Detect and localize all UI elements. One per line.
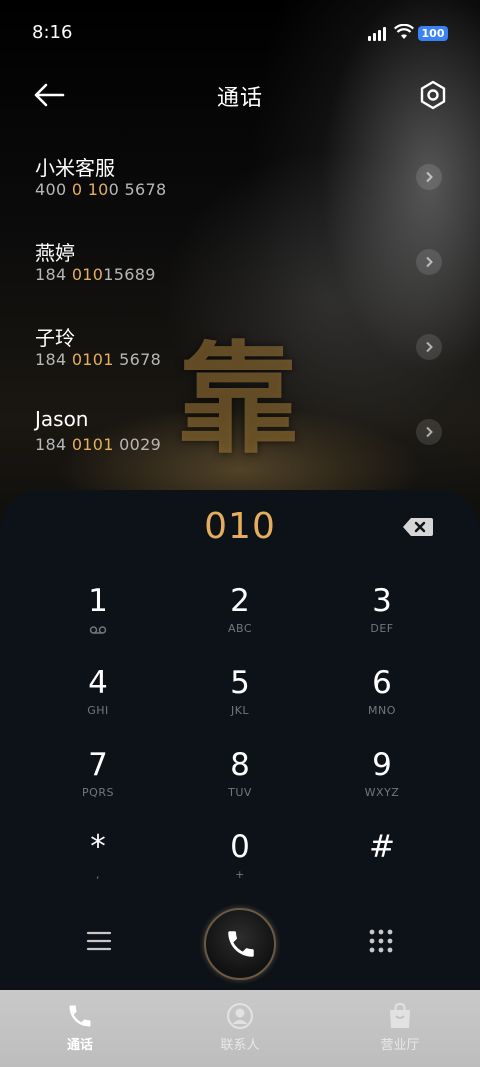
chevron-right-icon: [426, 256, 433, 268]
key-0[interactable]: 0 +: [170, 828, 310, 898]
contact-name: 小米客服: [35, 156, 115, 180]
contact-number: 184 01015689: [35, 265, 156, 284]
shopping-bag-icon: [390, 1002, 410, 1028]
phone-icon: [228, 931, 254, 957]
number-prefix: 184: [35, 350, 72, 369]
gear-icon: [420, 80, 446, 110]
number-prefix: 400: [35, 180, 72, 199]
key-2[interactable]: 2 ABC: [170, 582, 310, 652]
key-digit: 7: [88, 747, 108, 783]
chevron-right-icon: [426, 171, 433, 183]
key-hash[interactable]: #: [312, 828, 452, 898]
wifi-icon: [394, 24, 414, 39]
number-prefix: 184: [35, 435, 72, 454]
contact-number: 184 0101 0029: [35, 435, 161, 454]
dial-pad-panel: 010 1 2 ABC 3 DEF 4 GHI 5 JKL 6 MNO 7 PQ…: [0, 490, 480, 990]
tab-label: 通话: [66, 1038, 93, 1053]
keypad-icon: [369, 929, 393, 953]
key-9[interactable]: 9 WXYZ: [312, 746, 452, 816]
key-letters: JKL: [230, 704, 250, 717]
key-letters: PQRS: [82, 786, 114, 799]
key-letters: ABC: [227, 622, 253, 635]
number-prefix: 184: [35, 265, 72, 284]
key-4[interactable]: 4 GHI: [28, 664, 168, 734]
key-letters: ,: [96, 868, 100, 881]
key-digit: 2: [230, 583, 250, 619]
signal-icon: [368, 25, 386, 41]
key-digit: 0: [230, 829, 250, 865]
key-digit: 8: [230, 747, 250, 783]
chevron-right-icon: [426, 341, 433, 353]
key-digit: 6: [372, 665, 392, 701]
key-letters: TUV: [228, 786, 252, 799]
tab-contacts[interactable]: 联系人: [160, 990, 320, 1067]
number-match: 0101: [71, 350, 114, 369]
key-letters: MNO: [368, 704, 396, 717]
bottom-tab-bar: 通话 联系人 营业厅: [0, 990, 480, 1067]
dial-actions: [0, 908, 480, 980]
contact-item[interactable]: 子玲 184 0101 5678: [0, 310, 480, 395]
tab-label: 联系人: [220, 1038, 260, 1053]
key-letters: GHI: [87, 704, 109, 717]
person-icon: [227, 1003, 253, 1029]
contact-name: 燕婷: [35, 241, 75, 265]
battery-indicator: 100: [418, 26, 448, 41]
number-suffix: 0029: [113, 435, 162, 454]
key-letters: DEF: [370, 622, 394, 635]
contact-detail-button[interactable]: [416, 164, 442, 190]
key-digit: 1: [88, 583, 108, 619]
tab-label: 营业厅: [380, 1038, 420, 1053]
status-bar: 8:16 100: [0, 0, 480, 66]
key-digit: 9: [372, 747, 392, 783]
key-7[interactable]: 7 PQRS: [28, 746, 168, 816]
key-digit: #: [369, 829, 395, 865]
number-suffix: 0 5678: [108, 180, 167, 199]
tab-service-hall[interactable]: 营业厅: [320, 990, 480, 1067]
key-3[interactable]: 3 DEF: [312, 582, 452, 652]
contact-detail-button[interactable]: [416, 334, 442, 360]
contact-number: 400 0 100 5678: [35, 180, 166, 199]
key-1[interactable]: 1: [28, 582, 168, 652]
backspace-icon: [403, 518, 433, 536]
contact-item[interactable]: 燕婷 184 01015689: [0, 225, 480, 310]
key-star[interactable]: * ,: [28, 828, 168, 898]
contact-detail-button[interactable]: [416, 419, 442, 445]
settings-button[interactable]: [416, 78, 450, 112]
keypad-toggle-button[interactable]: [368, 928, 394, 954]
key-8[interactable]: 8 TUV: [170, 746, 310, 816]
menu-icon: [86, 931, 112, 951]
key-digit: 3: [372, 583, 392, 619]
key-5[interactable]: 5 JKL: [170, 664, 310, 734]
page-title: 通话: [216, 86, 263, 111]
key-digit: *: [90, 829, 106, 865]
number-match: 0101: [71, 435, 114, 454]
contact-suggestions-list: 小米客服 400 0 100 5678 燕婷 184 01015689 子玲 1…: [0, 140, 480, 480]
contact-item[interactable]: 小米客服 400 0 100 5678: [0, 140, 480, 225]
number-suffix: 5678: [113, 350, 162, 369]
number-match: 010: [71, 265, 104, 284]
key-digit: 5: [230, 665, 250, 701]
number-match: 0 10: [71, 180, 109, 199]
key-digit: 4: [88, 665, 108, 701]
contact-name: Jason: [35, 407, 89, 431]
contact-number: 184 0101 5678: [35, 350, 161, 369]
tab-calls[interactable]: 通话: [0, 990, 160, 1067]
contact-item[interactable]: Jason 184 0101 0029: [0, 395, 480, 480]
call-button[interactable]: [204, 908, 276, 980]
status-time: 8:16: [32, 22, 73, 43]
number-suffix: 15689: [103, 265, 156, 284]
menu-button[interactable]: [86, 928, 112, 954]
key-letters: WXYZ: [364, 786, 400, 799]
backspace-button[interactable]: [402, 516, 434, 538]
contact-name: 子玲: [35, 326, 75, 350]
contact-detail-button[interactable]: [416, 249, 442, 275]
voicemail-icon: [89, 626, 107, 634]
phone-icon: [69, 1005, 91, 1027]
key-6[interactable]: 6 MNO: [312, 664, 452, 734]
key-letters: +: [235, 868, 245, 881]
chevron-right-icon: [426, 426, 433, 438]
